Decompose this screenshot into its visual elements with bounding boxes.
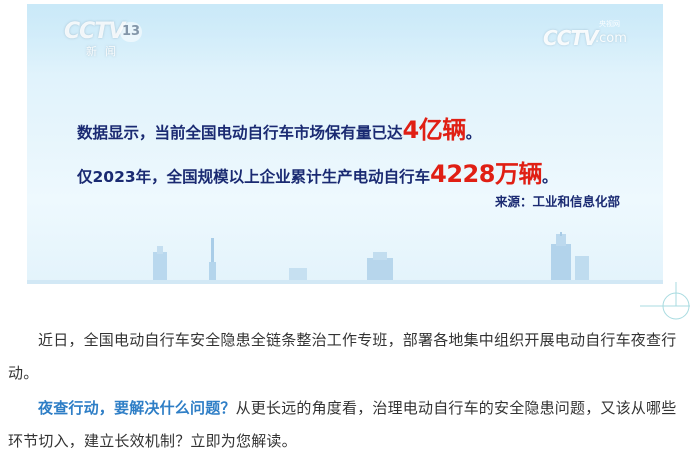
stat-line-2-suffix: 。 [541,168,558,186]
stat-line-1-highlight: 4亿辆 [402,116,467,144]
plus-circle-icon [640,282,690,320]
cctv13-logo-channel: 13 [120,22,142,42]
cctv13-logo-mark: CCTV [64,19,125,44]
city-skyline-illustration [27,232,663,284]
cctv-com-logo-mark: CCTV [543,26,598,50]
stat-line-2-prefix: 仅2023年，全国规模以上企业累计生产电动自行车 [77,168,431,186]
graphic-stat-line-1: 数据显示，当前全国电动自行车市场保有量已达4亿辆。 [77,110,481,145]
article-page: CCTV 13 新闻 央视网 CCTV .com 数据显示，当前全国电动自行车市… [0,0,691,454]
article-paragraph-2: 夜查行动，要解决什么问题？从更长远的角度看，治理电动自行车的安全隐患问题，又该从… [8,392,684,454]
graphic-source: 来源：工业和信息化部 [495,194,621,209]
cctv-com-logo: 央视网 CCTV .com [543,20,633,52]
graphic-stat-line-2: 仅2023年，全国规模以上企业累计生产电动自行车4228万辆。 [77,154,557,189]
stat-line-1-suffix: 。 [465,124,482,142]
cctv13-logo: CCTV 13 新闻 [64,19,144,61]
cctv-com-logo-dotcom: .com [595,31,627,46]
article-paragraph-1: 近日，全国电动自行车安全隐患全链条整治工作专班，部署各地集中组织开展电动自行车夜… [8,331,677,382]
cctv-com-logo-top: 央视网 [599,20,620,28]
paragraph-2-lead: 夜查行动，要解决什么问题？ [38,399,236,417]
news-graphic: CCTV 13 新闻 央视网 CCTV .com 数据显示，当前全国电动自行车市… [27,4,663,284]
cctv13-logo-sub: 新闻 [86,45,124,58]
stat-line-2-highlight: 4228万辆 [430,160,542,188]
stat-line-1-prefix: 数据显示，当前全国电动自行车市场保有量已达 [77,124,403,142]
